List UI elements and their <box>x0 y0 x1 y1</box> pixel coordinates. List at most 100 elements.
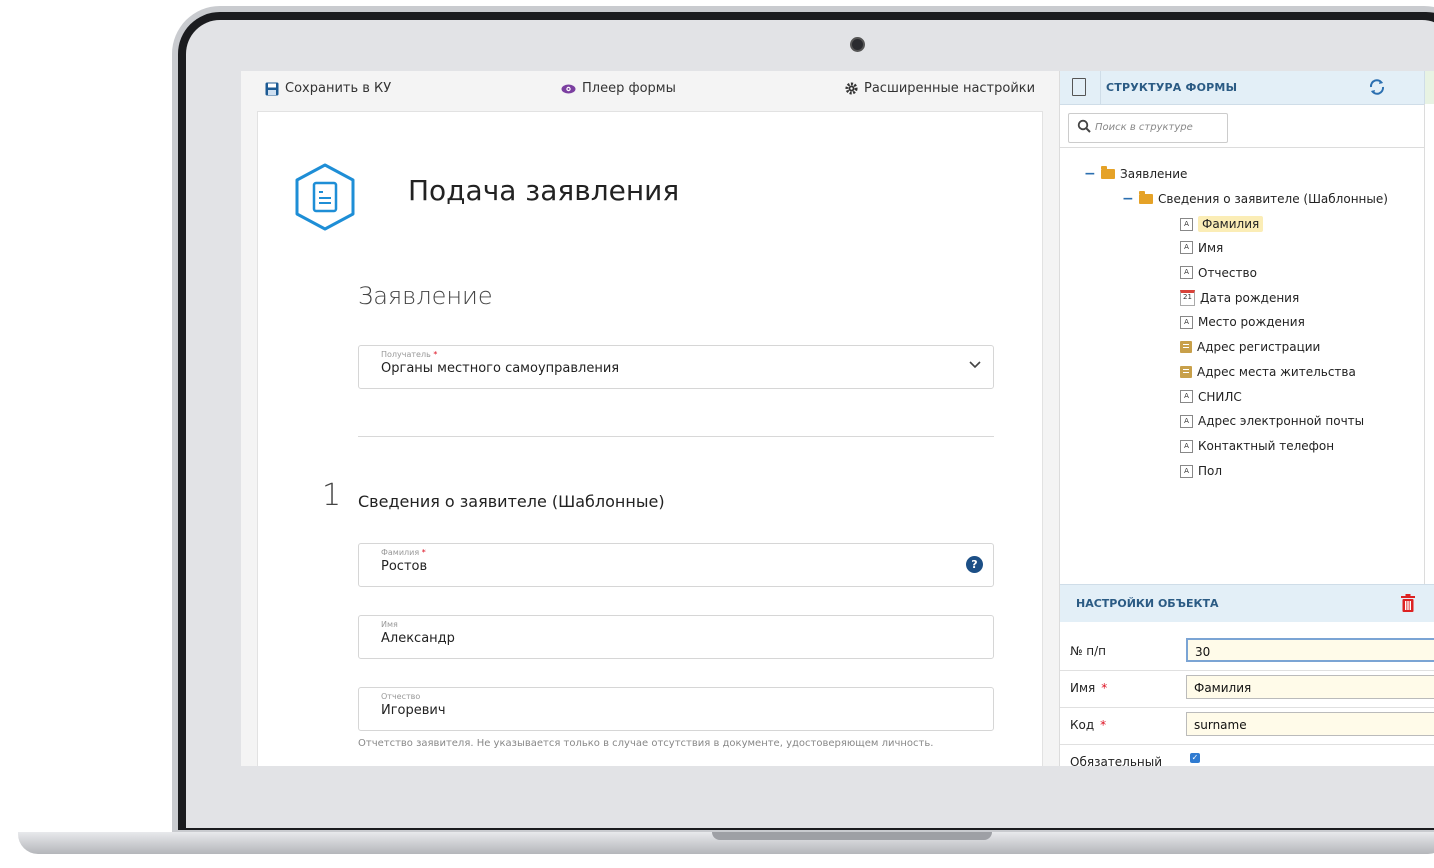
form-player-button[interactable]: Плеер формы <box>561 81 676 96</box>
tree-item-label: СНИЛС <box>1198 389 1242 404</box>
tree-item[interactable]: A Контактный телефон <box>1180 439 1334 453</box>
property-label: № п/п <box>1070 644 1107 658</box>
tree-item-label: Имя <box>1198 240 1224 255</box>
collapse-icon[interactable]: − <box>1122 191 1134 207</box>
property-row-code: Код * surname <box>1060 707 1434 745</box>
recipient-select[interactable]: Получатель * Органы местного самоуправле… <box>358 345 994 389</box>
header-separator <box>1100 71 1101 104</box>
text-field-icon: A <box>1180 390 1193 404</box>
camera-icon <box>850 37 865 52</box>
form-canvas: Подача заявления Заявление Получатель * … <box>257 111 1043 766</box>
editor-toolbar: Сохранить в КУ Плеер формы Расширенные н… <box>241 71 1059 107</box>
chevron-down-icon <box>969 361 981 369</box>
property-row-name: Имя * Фамилия <box>1060 670 1434 708</box>
recipient-label: Получатель * <box>381 350 438 359</box>
folder-icon <box>1101 166 1115 179</box>
form-player-label: Плеер формы <box>582 81 676 96</box>
search-icon <box>1077 119 1091 133</box>
tree-node-label: Заявление <box>1120 167 1188 181</box>
structure-header: СТРУКТУРА ФОРМЫ <box>1060 71 1424 105</box>
panel-divider <box>1424 104 1425 584</box>
section-title: Заявление <box>358 282 493 310</box>
floppy-disk-icon <box>265 82 279 95</box>
order-input[interactable]: 30 <box>1186 638 1434 662</box>
panel-toggle-strip[interactable] <box>1424 71 1434 104</box>
patronymic-hint: Отчетство заявителя. Не указывается толь… <box>358 738 934 749</box>
required-checkbox[interactable]: ✓ <box>1190 753 1200 763</box>
surname-value: Ростов <box>381 559 428 574</box>
surname-label: Фамилия * <box>381 548 426 557</box>
tree-item[interactable]: A СНИЛС <box>1180 390 1242 404</box>
application-form-icon <box>295 163 355 231</box>
collapse-icon[interactable]: − <box>1084 166 1096 182</box>
search-placeholder: Поиск в структуре <box>1095 122 1193 133</box>
tree-item[interactable]: 21 Дата рождения <box>1180 290 1300 307</box>
structure-panel: СТРУКТУРА ФОРМЫ Поиск в структуре − Заяв… <box>1059 71 1434 766</box>
laptop-notch <box>712 832 992 840</box>
address-book-icon <box>1180 365 1192 378</box>
screen: Сохранить в КУ Плеер формы Расширенные н… <box>241 71 1434 766</box>
folder-icon <box>1139 191 1153 204</box>
trash-icon[interactable] <box>1400 593 1416 613</box>
tree-item[interactable]: A Отчество <box>1180 266 1257 280</box>
tree-item-label: Место рождения <box>1198 315 1305 330</box>
tree-item-label: Адрес регистрации <box>1197 340 1321 354</box>
patronymic-label: Отчество <box>381 692 421 701</box>
document-icon[interactable] <box>1072 78 1086 96</box>
tree-item[interactable]: Адрес регистрации <box>1180 340 1320 354</box>
patronymic-field[interactable]: Отчество Игоревич <box>358 687 994 731</box>
property-label: Имя * <box>1070 681 1108 695</box>
text-field-icon: A <box>1180 217 1193 231</box>
gear-icon <box>845 82 858 95</box>
name-label: Имя <box>381 620 398 629</box>
name-value: Александр <box>381 631 455 646</box>
calendar-icon: 21 <box>1180 290 1195 307</box>
tree-item[interactable]: A Пол <box>1180 464 1222 478</box>
tree-item-label: Отчество <box>1198 265 1257 280</box>
tree-item-label: Фамилия <box>1198 216 1264 232</box>
text-field-icon: A <box>1180 315 1193 329</box>
tree-item[interactable]: A Адрес электронной почты <box>1180 414 1364 428</box>
property-label: Код * <box>1070 718 1107 732</box>
patronymic-value: Игоревич <box>381 703 446 718</box>
form-title: Подача заявления <box>408 174 680 207</box>
save-button-label: Сохранить в КУ <box>285 81 392 96</box>
refresh-icon[interactable] <box>1368 78 1386 96</box>
structure-search-input[interactable]: Поиск в структуре <box>1068 113 1228 143</box>
tree-node-root[interactable]: − Заявление <box>1084 166 1187 182</box>
text-field-icon: A <box>1180 464 1193 478</box>
advanced-settings-label: Расширенные настройки <box>864 81 1036 96</box>
tree-item[interactable]: Адрес места жительства <box>1180 365 1356 379</box>
tree-item-label: Пол <box>1198 464 1223 478</box>
tree-item[interactable]: A Имя <box>1180 241 1223 255</box>
name-field[interactable]: Имя Александр <box>358 615 994 659</box>
properties-header: НАСТРОЙКИ ОБЪЕКТА <box>1060 584 1434 622</box>
tree-item-label: Адрес места жительства <box>1197 364 1356 379</box>
tree-item[interactable]: A Фамилия <box>1180 216 1264 232</box>
text-field-icon: A <box>1180 241 1193 255</box>
section-divider <box>358 436 994 437</box>
structure-title: СТРУКТУРА ФОРМЫ <box>1106 81 1238 94</box>
address-book-icon <box>1180 341 1192 353</box>
help-icon[interactable]: ? <box>966 556 983 573</box>
tree-node-label: Сведения о заявителе (Шаблонные) <box>1158 192 1388 206</box>
text-field-icon: A <box>1180 266 1193 280</box>
advanced-settings-button[interactable]: Расширенные настройки <box>845 81 1035 96</box>
property-row-required: Обязательный ✓ <box>1060 744 1434 766</box>
eye-icon <box>561 84 576 93</box>
code-input[interactable]: surname <box>1186 712 1434 736</box>
property-row-order: № п/п 30 <box>1060 633 1434 671</box>
tree-item[interactable]: A Место рождения <box>1180 315 1305 329</box>
tree-item-label: Дата рождения <box>1200 291 1300 306</box>
save-button[interactable]: Сохранить в КУ <box>265 81 391 96</box>
tree-item-label: Адрес электронной почты <box>1198 414 1365 429</box>
tree-node-group[interactable]: − Сведения о заявителе (Шаблонные) <box>1122 191 1388 207</box>
text-field-icon: A <box>1180 414 1193 428</box>
properties-title: НАСТРОЙКИ ОБЪЕКТА <box>1076 597 1219 610</box>
step-title: Сведения о заявителе (Шаблонные) <box>358 492 665 511</box>
recipient-value: Органы местного самоуправления <box>381 361 620 376</box>
tree-separator <box>1060 147 1424 148</box>
property-label: Обязательный <box>1070 755 1163 766</box>
surname-field[interactable]: Фамилия * Ростов ? <box>358 543 994 587</box>
name-input[interactable]: Фамилия <box>1186 675 1434 699</box>
